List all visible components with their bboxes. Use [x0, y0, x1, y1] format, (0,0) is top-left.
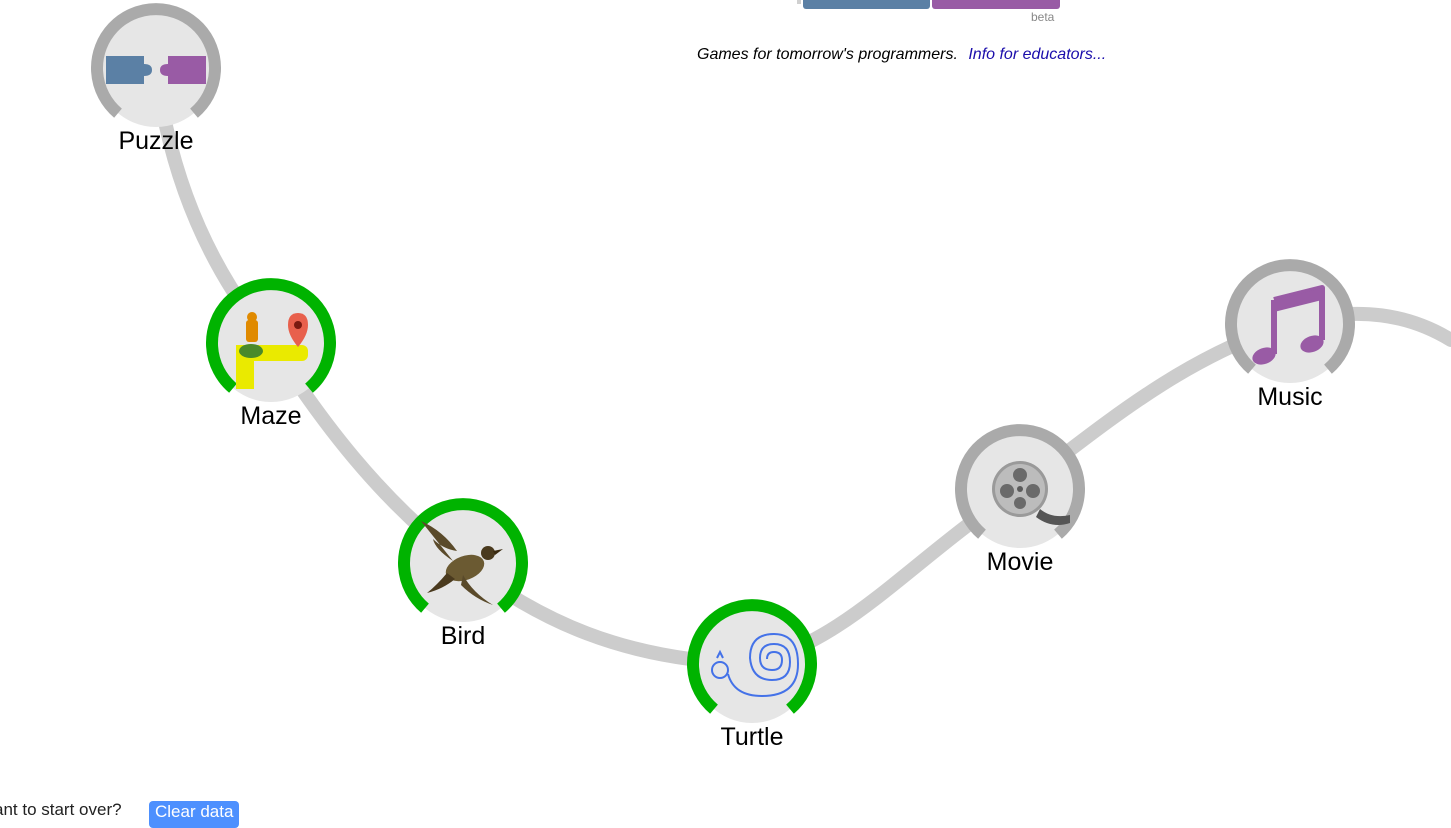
logo-tick	[797, 0, 801, 4]
beta-label: beta	[1031, 10, 1055, 24]
app-label: Maze	[240, 402, 302, 430]
movie-icon	[992, 461, 1070, 525]
app-label: Movie	[986, 548, 1054, 576]
bird-icon	[421, 521, 503, 605]
maze-icon	[236, 312, 308, 389]
clear-data-button[interactable]: Clear data	[149, 801, 240, 828]
turtle-icon	[711, 632, 800, 698]
tagline: Games for tomorrow's programmers. Info f…	[697, 46, 1106, 64]
app-maze[interactable]: Maze	[206, 278, 336, 430]
app-turtle[interactable]: Turtle	[687, 599, 817, 751]
app-label: Puzzle	[118, 127, 194, 155]
app-label: Bird	[440, 622, 486, 650]
app-puzzle[interactable]: Puzzle	[91, 3, 221, 155]
app-movie[interactable]: Movie	[955, 424, 1085, 576]
app-label: Turtle	[720, 723, 784, 751]
logo-block-purple	[932, 0, 1060, 9]
logo-block-blue	[803, 0, 930, 9]
music-icon	[1252, 285, 1325, 365]
educators-link[interactable]: Info for educators...	[968, 46, 1106, 63]
puzzle-icon	[106, 56, 206, 84]
tagline-text: Games for tomorrow's programmers.	[697, 46, 958, 63]
app-bird[interactable]: Bird	[398, 498, 528, 650]
app-music[interactable]: Music	[1225, 259, 1355, 411]
app-label: Music	[1257, 383, 1323, 411]
start-over-prompt: ant to start over?	[0, 800, 122, 819]
